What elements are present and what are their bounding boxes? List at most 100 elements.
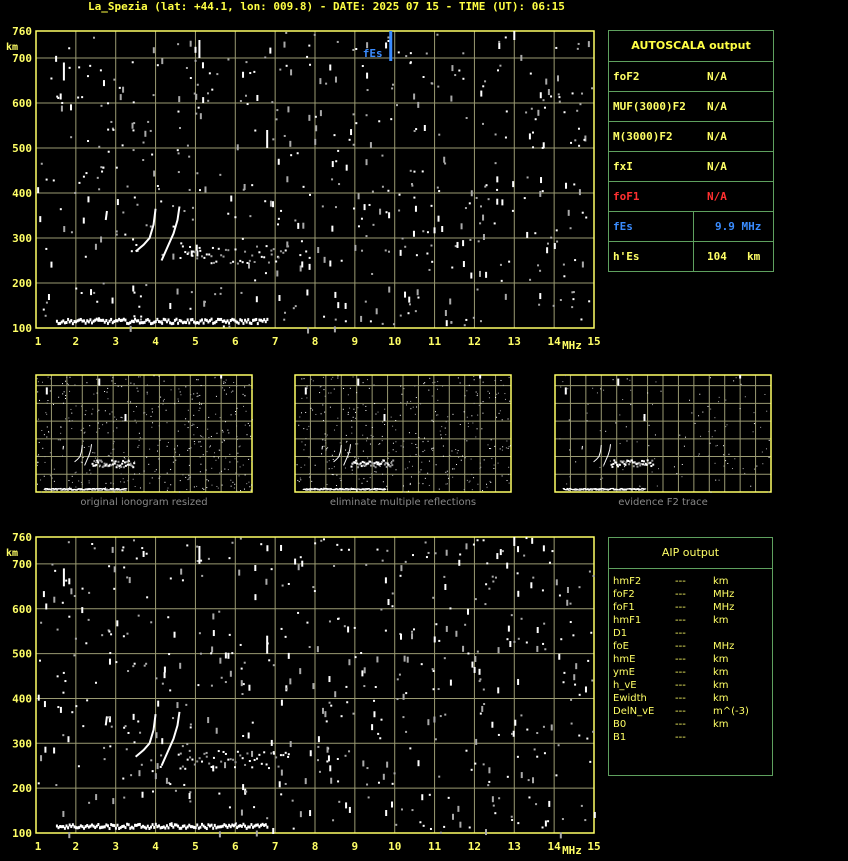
noise-dot [370,434,372,436]
f-speckle [277,765,280,768]
es-trace [151,823,154,827]
noise-dot [53,596,56,603]
noise-dot [130,382,132,384]
noise-dot [266,817,269,820]
noise-dot [413,93,416,100]
noise-dot [332,458,334,460]
noise-dot [177,171,180,174]
noise-dot [326,448,328,450]
noise-dot [500,379,502,381]
noise-dot [433,716,436,723]
noise-dot [361,670,364,677]
noise-dot [40,491,42,493]
noise-dot [457,377,459,379]
f-speckle [390,461,393,464]
aip-param: D1 [613,628,628,639]
noise-dot [100,236,103,243]
noise-dot [222,325,225,328]
noise-dot [555,774,558,777]
es-trace [589,488,592,490]
noise-dot [306,387,308,389]
noise-dot [75,486,77,488]
noise-dot [409,482,411,484]
noise-dot [254,565,257,572]
noise-dot [72,491,74,493]
noise-dot [344,754,347,757]
f-speckle [224,248,227,251]
noise-dot [179,454,181,456]
f-speckle [263,256,266,259]
noise-dot [174,448,176,450]
param-label: fEs [613,220,633,233]
noise-dot [586,737,589,740]
noise-dot [478,270,481,277]
noise-dot [81,607,84,614]
noise-dot [314,542,317,545]
noise-dot [84,414,86,416]
f-speckle [651,459,654,462]
noise-dot [308,263,311,270]
noise-dot [49,390,51,392]
noise-dot [761,451,763,453]
noise-dot [135,557,138,560]
noise-dot [59,208,62,211]
noise-dot [402,485,404,487]
noise-dot [297,611,300,614]
noise-dot [238,475,240,477]
noise-dot [185,386,187,388]
noise-dot [223,381,225,383]
noise-dot [133,741,136,744]
es-trace [313,489,316,491]
noise-dot [102,166,105,169]
noise-dot [479,222,482,225]
noise-dot [206,451,208,453]
noise-dot [227,469,229,471]
es-trace [384,489,387,491]
noise-dot [108,455,110,457]
f-speckle [193,251,196,254]
aip-param: foF1 [613,602,635,613]
x-tick-label: 10 [388,840,401,853]
noise-dot [469,480,471,482]
f-speckle [217,750,220,753]
noise-dot [143,664,146,667]
noise-dot [83,427,85,429]
noise-dot [150,621,153,624]
noise-dot [82,725,85,728]
noise-dot [360,652,363,655]
noise-dot [437,85,440,88]
f-speckle [641,459,644,462]
noise-dot [250,435,252,437]
noise-dot [109,413,111,415]
noise-dot [476,393,478,395]
noise-dot [411,809,414,812]
noise-dot [494,162,497,165]
noise-dot [176,288,179,295]
noise-dot [144,130,147,137]
noise-dot [428,793,431,796]
noise-dot [85,642,88,645]
noise-dot [129,325,132,332]
noise-dot [558,100,561,103]
noise-dot [424,541,427,544]
noise-dot [107,398,109,400]
noise-dot [219,657,222,664]
f-speckle [120,465,123,468]
noise-dot [381,559,384,562]
es-trace [93,488,96,490]
x-tick-label: 15 [587,335,600,348]
noise-dot [750,485,752,487]
noise-dot [455,630,458,637]
noise-dot [351,426,353,428]
noise-dot [411,465,413,467]
noise-dot [49,452,51,454]
noise-dot [283,41,286,48]
noise-dot [323,389,325,391]
noise-dot [479,205,482,208]
noise-dot [294,305,297,308]
noise-dot [37,391,39,393]
noise-dot [365,235,368,238]
noise-dot [740,383,742,385]
noise-dot [404,291,407,298]
noise-dot [299,668,302,675]
